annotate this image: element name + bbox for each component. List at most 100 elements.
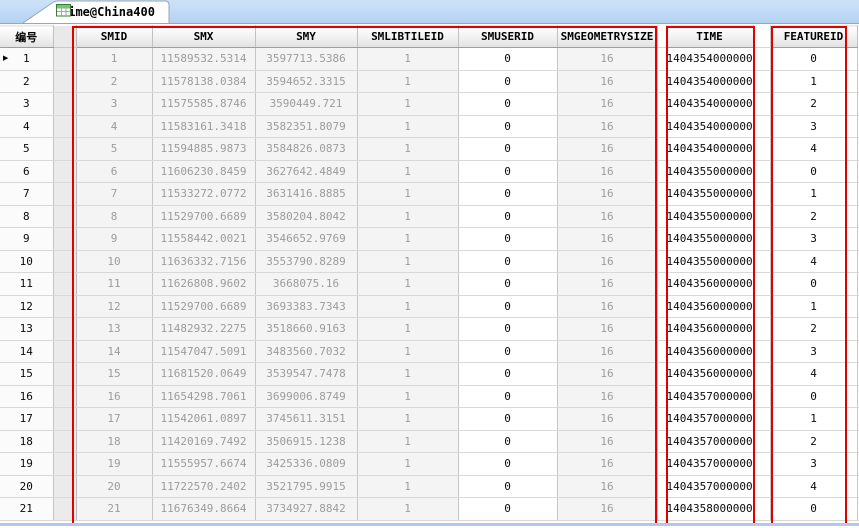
cell-featureid[interactable]: 0	[770, 385, 858, 408]
cell-smgeometrysize[interactable]: 16	[557, 475, 658, 498]
cell-featureid[interactable]: 0	[770, 47, 858, 71]
cell-smid[interactable]: 1	[76, 47, 153, 71]
cell-time[interactable]: 1404355000000	[666, 182, 754, 206]
cell-smlibtileid[interactable]: 1	[357, 340, 459, 363]
cell-smlibtileid[interactable]: 1	[357, 160, 459, 183]
column-header-featureid[interactable]: FEATUREID	[770, 25, 858, 48]
cell-smlibtileid[interactable]: 1	[357, 452, 459, 476]
cell-smx[interactable]: 11555957.6674	[152, 452, 256, 476]
cell-smy[interactable]: 3699006.8749	[255, 385, 358, 408]
cell-smgeometrysize[interactable]: 16	[557, 452, 658, 476]
cell-smgeometrysize[interactable]: 16	[557, 115, 658, 138]
cell-smy[interactable]: 3518660.9163	[255, 317, 358, 341]
cell-smy[interactable]: 3553790.8289	[255, 250, 358, 273]
cell-smy[interactable]: 3745611.3151	[255, 407, 358, 431]
cell-smgeometrysize[interactable]: 16	[557, 205, 658, 228]
cell-featureid[interactable]: 3	[770, 452, 858, 476]
cell-smuserid[interactable]: 0	[458, 272, 558, 296]
cell-smlibtileid[interactable]: 1	[357, 362, 459, 386]
column-header-smlibtileid[interactable]: SMLIBTILEID	[357, 25, 459, 48]
cell-smlibtileid[interactable]: 1	[357, 70, 459, 93]
cell-smx[interactable]: 11722570.2402	[152, 475, 256, 498]
cell-featureid[interactable]: 0	[770, 272, 858, 296]
cell-smgeometrysize[interactable]: 16	[557, 272, 658, 296]
cell-time[interactable]: 1404357000000	[666, 475, 754, 498]
cell-smx[interactable]: 11558442.0021	[152, 227, 256, 251]
cell-smx[interactable]: 11529700.6689	[152, 295, 256, 318]
cell-smuserid[interactable]: 0	[458, 115, 558, 138]
cell-smuserid[interactable]: 0	[458, 47, 558, 71]
cell-smlibtileid[interactable]: 1	[357, 137, 459, 161]
cell-smx[interactable]: 11547047.5091	[152, 340, 256, 363]
cell-smy[interactable]: 3539547.7478	[255, 362, 358, 386]
cell-smid[interactable]: 15	[76, 362, 153, 386]
cell-smuserid[interactable]: 0	[458, 362, 558, 386]
cell-smlibtileid[interactable]: 1	[357, 92, 459, 116]
row-header[interactable]: 8	[0, 205, 54, 228]
cell-smlibtileid[interactable]: 1	[357, 272, 459, 296]
row-header[interactable]: 18	[0, 430, 54, 453]
cell-smlibtileid[interactable]: 1	[357, 475, 459, 498]
cell-smid[interactable]: 14	[76, 340, 153, 363]
row-header[interactable]: 3	[0, 92, 54, 116]
cell-smy[interactable]: 3590449.721	[255, 92, 358, 116]
cell-time[interactable]: 1404357000000	[666, 385, 754, 408]
cell-smgeometrysize[interactable]: 16	[557, 92, 658, 116]
cell-smy[interactable]: 3627642.4849	[255, 160, 358, 183]
cell-smgeometrysize[interactable]: 16	[557, 137, 658, 161]
column-header-smid[interactable]: SMID	[76, 25, 153, 48]
cell-smuserid[interactable]: 0	[458, 250, 558, 273]
row-header[interactable]: 9	[0, 227, 54, 251]
cell-time[interactable]: 1404355000000	[666, 160, 754, 183]
cell-smy[interactable]: 3483560.7032	[255, 340, 358, 363]
cell-smid[interactable]: 8	[76, 205, 153, 228]
cell-smuserid[interactable]: 0	[458, 137, 558, 161]
cell-smid[interactable]: 11	[76, 272, 153, 296]
cell-time[interactable]: 1404357000000	[666, 430, 754, 453]
cell-smgeometrysize[interactable]: 16	[557, 160, 658, 183]
cell-smuserid[interactable]: 0	[458, 340, 558, 363]
cell-featureid[interactable]: 4	[770, 362, 858, 386]
cell-smid[interactable]: 17	[76, 407, 153, 431]
cell-featureid[interactable]: 4	[770, 137, 858, 161]
cell-smy[interactable]: 3521795.9915	[255, 475, 358, 498]
cell-smgeometrysize[interactable]: 16	[557, 362, 658, 386]
cell-smuserid[interactable]: 0	[458, 295, 558, 318]
cell-smy[interactable]: 3594652.3315	[255, 70, 358, 93]
cell-featureid[interactable]: 0	[770, 160, 858, 183]
cell-smgeometrysize[interactable]: 16	[557, 295, 658, 318]
cell-smlibtileid[interactable]: 1	[357, 47, 459, 71]
column-header-smgeometrysize[interactable]: SMGEOMETRYSIZE	[557, 25, 658, 48]
cell-smid[interactable]: 10	[76, 250, 153, 273]
cell-smlibtileid[interactable]: 1	[357, 407, 459, 431]
cell-time[interactable]: 1404356000000	[666, 317, 754, 341]
cell-smuserid[interactable]: 0	[458, 385, 558, 408]
cell-smgeometrysize[interactable]: 16	[557, 407, 658, 431]
row-header[interactable]: 16	[0, 385, 54, 408]
cell-smlibtileid[interactable]: 1	[357, 205, 459, 228]
row-header[interactable]: 6	[0, 160, 54, 183]
cell-smx[interactable]: 11482932.2275	[152, 317, 256, 341]
cell-featureid[interactable]: 4	[770, 250, 858, 273]
cell-smlibtileid[interactable]: 1	[357, 430, 459, 453]
cell-featureid[interactable]: 1	[770, 182, 858, 206]
column-header-smy[interactable]: SMY	[255, 25, 358, 48]
cell-smx[interactable]: 11636332.7156	[152, 250, 256, 273]
cell-smgeometrysize[interactable]: 16	[557, 182, 658, 206]
cell-smx[interactable]: 11420169.7492	[152, 430, 256, 453]
cell-featureid[interactable]: 2	[770, 317, 858, 341]
row-header[interactable]: 4	[0, 115, 54, 138]
cell-smgeometrysize[interactable]: 16	[557, 430, 658, 453]
cell-smx[interactable]: 11578138.0384	[152, 70, 256, 93]
cell-smlibtileid[interactable]: 1	[357, 295, 459, 318]
cell-smid[interactable]: 12	[76, 295, 153, 318]
cell-smx[interactable]: 11681520.0649	[152, 362, 256, 386]
row-header[interactable]: 17	[0, 407, 54, 431]
cell-featureid[interactable]: 3	[770, 340, 858, 363]
row-header[interactable]: 5	[0, 137, 54, 161]
cell-time[interactable]: 1404356000000	[666, 362, 754, 386]
cell-smlibtileid[interactable]: 1	[357, 385, 459, 408]
cell-smgeometrysize[interactable]: 16	[557, 47, 658, 71]
cell-smlibtileid[interactable]: 1	[357, 115, 459, 138]
cell-smid[interactable]: 3	[76, 92, 153, 116]
